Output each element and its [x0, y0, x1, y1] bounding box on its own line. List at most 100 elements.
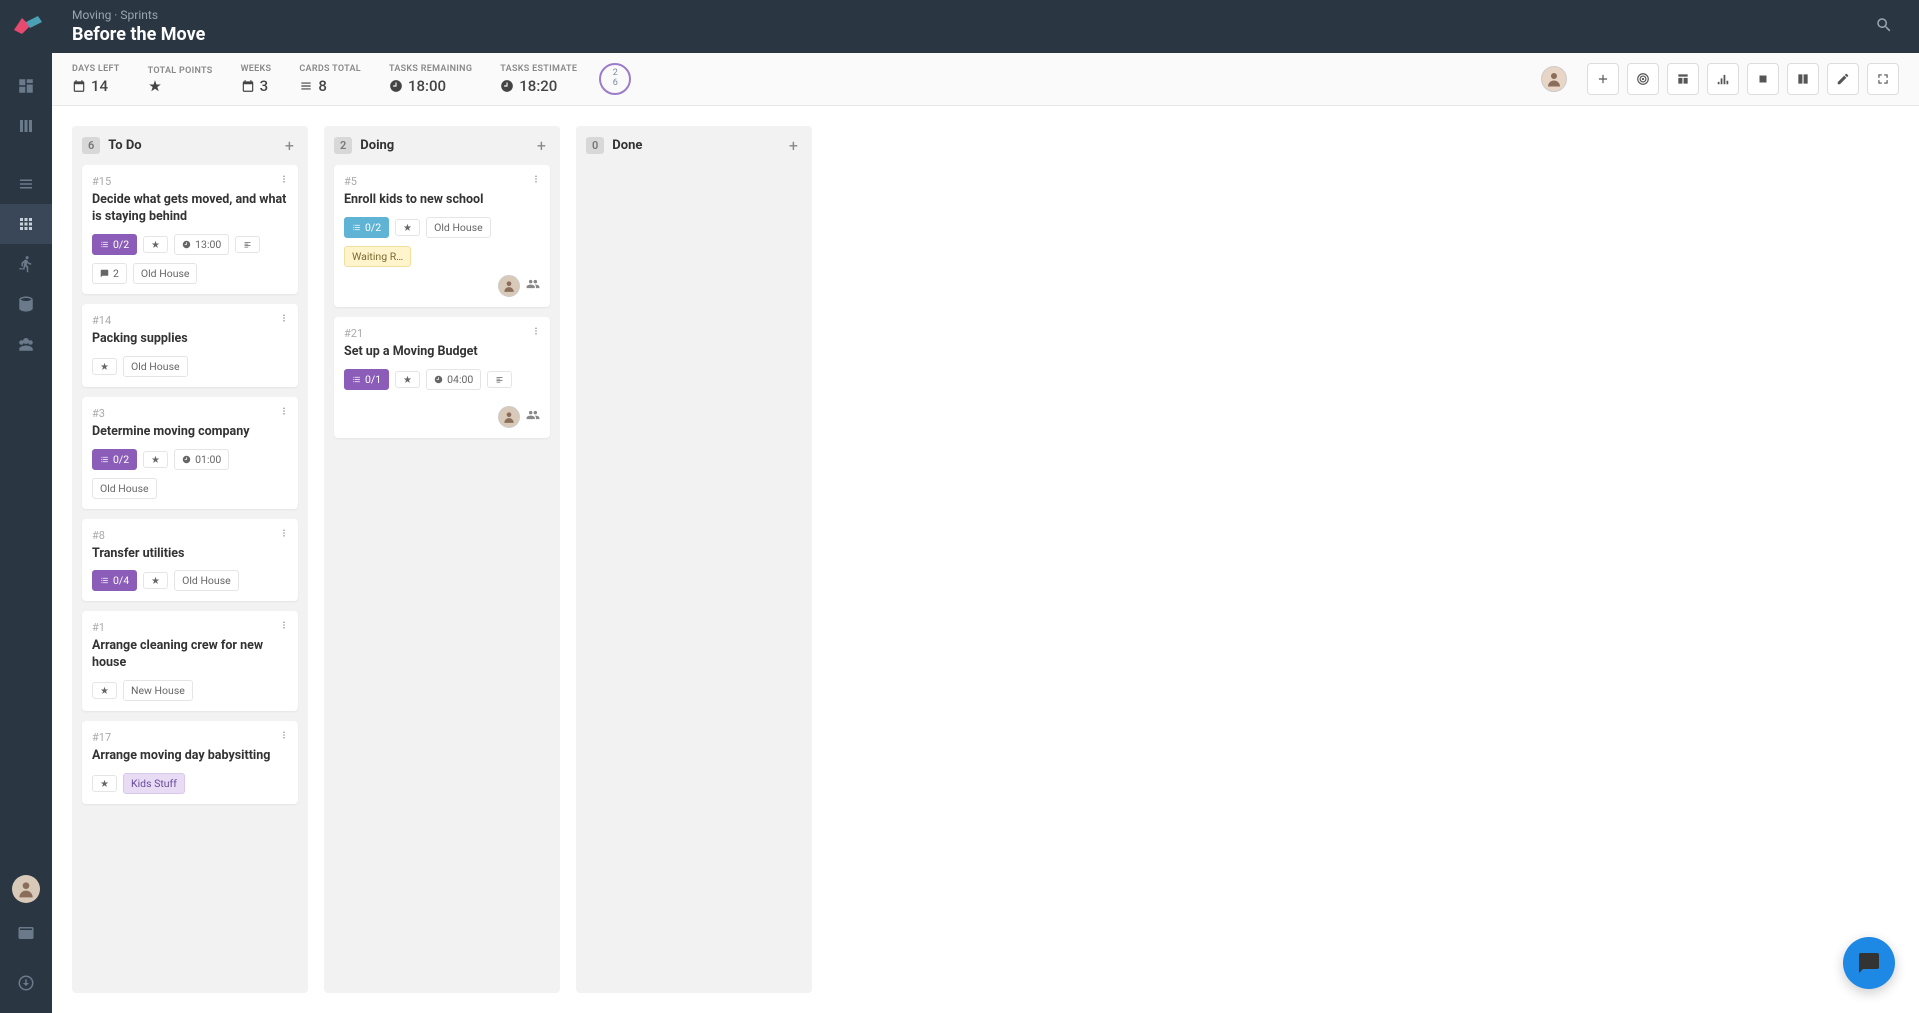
column-count: 2	[334, 137, 352, 154]
card-menu[interactable]	[530, 173, 542, 188]
card-menu[interactable]	[278, 619, 290, 634]
card-menu[interactable]	[278, 405, 290, 420]
star-icon	[148, 79, 162, 93]
card-menu[interactable]	[278, 312, 290, 327]
group-icon[interactable]	[526, 276, 540, 295]
card[interactable]: #1 Arrange cleaning crew for new house N…	[82, 611, 298, 711]
points-badge	[92, 775, 117, 792]
stat-tasks-estimate: TASKS ESTIMATE 18:20	[500, 64, 577, 95]
add-button[interactable]	[1587, 63, 1619, 95]
fullscreen-button[interactable]	[1867, 63, 1899, 95]
time-badge: 04:00	[426, 369, 481, 390]
search-icon[interactable]	[1869, 10, 1899, 44]
card[interactable]: #17 Arrange moving day babysitting Kids …	[82, 721, 298, 804]
card[interactable]: #8 Transfer utilities 0/4 Old House	[82, 519, 298, 602]
nav-boards[interactable]	[0, 106, 52, 146]
points-badge	[143, 451, 168, 468]
card-title: Decide what gets moved, and what is stay…	[92, 192, 288, 226]
stat-days-left: DAYS LEFT 14	[72, 64, 120, 95]
nav-dashboard[interactable]	[0, 66, 52, 106]
progress-ring[interactable]: 2 6	[599, 63, 631, 95]
stop-button[interactable]	[1747, 63, 1779, 95]
column: 0 Done +	[576, 126, 812, 993]
page-title: Before the Move	[72, 24, 1869, 45]
breadcrumb[interactable]: Moving · Sprints	[72, 8, 1869, 22]
card-menu[interactable]	[530, 325, 542, 340]
tasks-badge: 0/2	[92, 234, 137, 255]
nav-logout[interactable]	[0, 963, 52, 1003]
tasks-badge: 0/4	[92, 570, 137, 591]
retro-button[interactable]	[1667, 63, 1699, 95]
calendar-icon	[72, 79, 86, 93]
column-count: 0	[586, 137, 604, 154]
card-title: Determine moving company	[92, 424, 288, 441]
points-badge	[92, 682, 117, 699]
column-title: Done	[612, 138, 785, 153]
assignee-avatar[interactable]	[498, 275, 520, 297]
tag-badge: Old House	[92, 478, 157, 499]
group-icon[interactable]	[526, 407, 540, 426]
focus-button[interactable]	[1627, 63, 1659, 95]
card-title: Packing supplies	[92, 331, 288, 348]
card-id: #8	[92, 529, 288, 542]
add-card-button[interactable]: +	[281, 136, 298, 155]
card[interactable]: #14 Packing supplies Old House	[82, 304, 298, 387]
assignee-avatar[interactable]	[1541, 66, 1567, 92]
nav-data[interactable]	[0, 284, 52, 324]
card-title: Arrange moving day babysitting	[92, 748, 288, 765]
nav-activity[interactable]	[0, 244, 52, 284]
card[interactable]: #15 Decide what gets moved, and what is …	[82, 165, 298, 294]
nav-sprints[interactable]	[0, 204, 52, 244]
assignee-avatar[interactable]	[498, 406, 520, 428]
card-title: Set up a Moving Budget	[344, 344, 540, 361]
tag-badge: Old House	[174, 570, 239, 591]
stat-tasks-remaining: TASKS REMAINING 18:00	[389, 64, 472, 95]
edit-button[interactable]	[1827, 63, 1859, 95]
card-menu[interactable]	[278, 729, 290, 744]
card[interactable]: #21 Set up a Moving Budget 0/104:00	[334, 317, 550, 438]
tag-badge: New House	[123, 680, 193, 701]
card-id: #21	[344, 327, 540, 340]
list-icon	[299, 79, 313, 93]
column-count: 6	[82, 137, 100, 154]
column-title: To Do	[108, 138, 281, 153]
add-card-button[interactable]: +	[785, 136, 802, 155]
chart-button[interactable]	[1707, 63, 1739, 95]
tag-badge: Kids Stuff	[123, 773, 185, 794]
calendar-icon	[241, 79, 255, 93]
desc-badge	[235, 236, 260, 253]
points-badge	[143, 572, 168, 589]
nav-billing[interactable]	[0, 913, 52, 953]
stats-bar: DAYS LEFT 14 TOTAL POINTS WEEKS 3 CARDS …	[52, 53, 1919, 106]
nav-list[interactable]	[0, 164, 52, 204]
points-badge	[395, 371, 420, 388]
tag-badge: Old House	[426, 217, 491, 238]
card-id: #1	[92, 621, 288, 634]
column-title: Doing	[360, 138, 533, 153]
columns-button[interactable]	[1787, 63, 1819, 95]
points-badge	[92, 358, 117, 375]
column: 6 To Do + #15 Decide what gets moved, an…	[72, 126, 308, 993]
card[interactable]: #5 Enroll kids to new school 0/2Old Hous…	[334, 165, 550, 307]
add-card-button[interactable]: +	[533, 136, 550, 155]
card-title: Transfer utilities	[92, 546, 288, 563]
points-badge	[143, 236, 168, 253]
tag-badge: Old House	[133, 263, 198, 284]
card-menu[interactable]	[278, 527, 290, 542]
card-menu[interactable]	[278, 173, 290, 188]
header: Moving · Sprints Before the Move	[52, 0, 1919, 53]
clock-icon	[389, 79, 403, 93]
nav-team[interactable]	[0, 324, 52, 364]
time-badge: 13:00	[174, 234, 229, 255]
column: 2 Doing + #5 Enroll kids to new school 0…	[324, 126, 560, 993]
time-badge: 01:00	[174, 449, 229, 470]
stat-weeks: WEEKS 3	[241, 64, 272, 95]
chat-fab[interactable]	[1843, 937, 1895, 989]
stat-cards-total: CARDS TOTAL 8	[299, 64, 361, 95]
clock-icon	[500, 79, 514, 93]
points-badge	[395, 219, 420, 236]
comments-badge: 2	[92, 263, 127, 284]
card[interactable]: #3 Determine moving company 0/201:00Old …	[82, 397, 298, 509]
sidebar	[0, 0, 52, 1013]
user-avatar[interactable]	[12, 875, 40, 903]
